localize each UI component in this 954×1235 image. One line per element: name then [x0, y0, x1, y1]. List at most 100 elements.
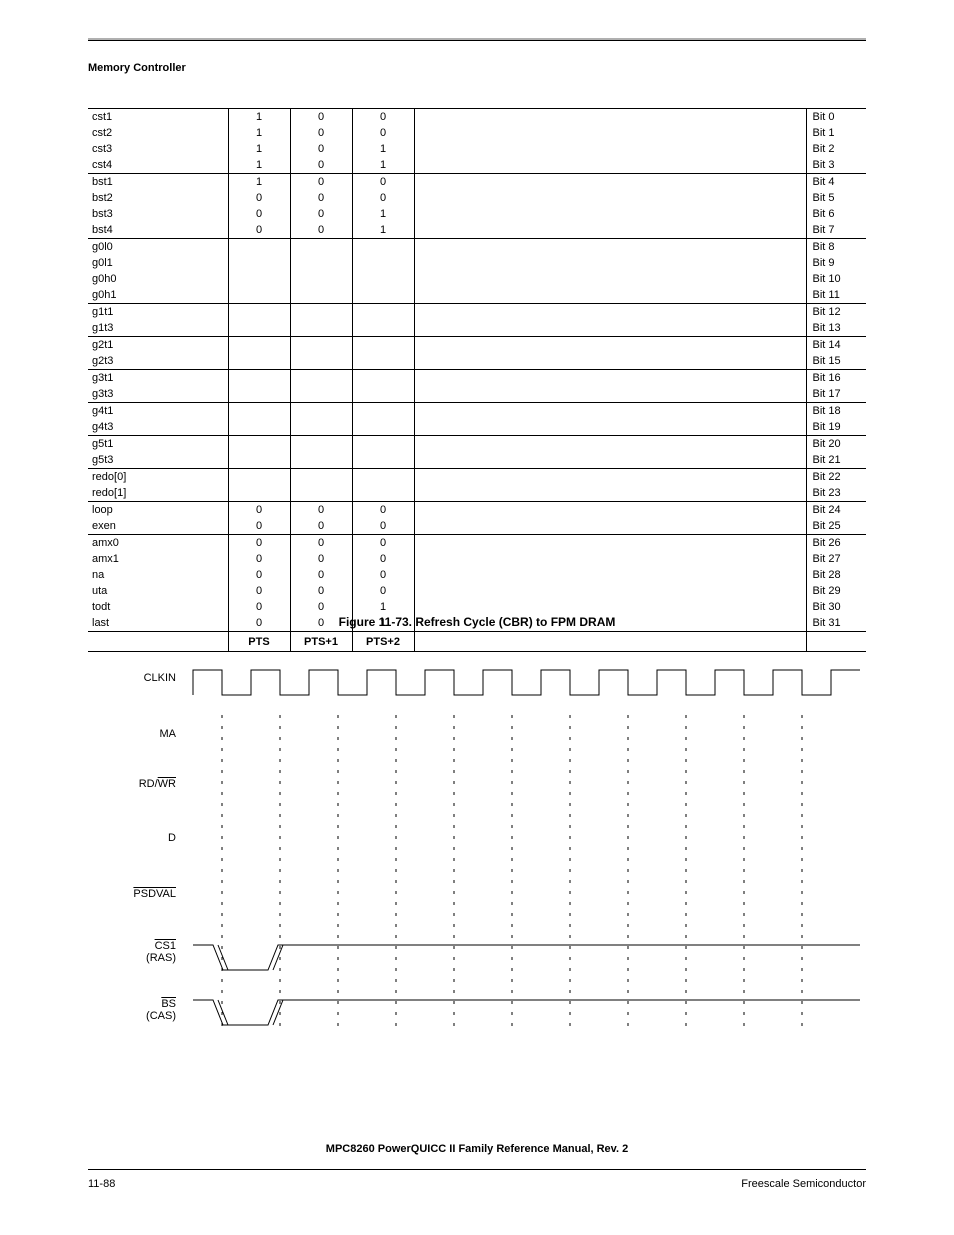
- table-row: cst4101Bit 3: [88, 157, 866, 174]
- row-name: cst4: [88, 157, 228, 174]
- row-cell: [228, 419, 290, 436]
- footer-cell: PTS+2: [352, 632, 414, 652]
- row-bit: Bit 23: [806, 485, 866, 502]
- row-cell: 0: [290, 535, 352, 552]
- row-bit: Bit 27: [806, 551, 866, 567]
- row-name: cst2: [88, 125, 228, 141]
- row-cell: [290, 271, 352, 287]
- row-cell: [414, 502, 806, 519]
- row-cell: [290, 255, 352, 271]
- footer-cell: [414, 632, 806, 652]
- row-bit: Bit 2: [806, 141, 866, 157]
- row-cell: [228, 436, 290, 453]
- row-cell: 0: [228, 599, 290, 615]
- row-cell: 1: [352, 141, 414, 157]
- row-cell: [352, 386, 414, 403]
- table-row: g4t1Bit 18: [88, 403, 866, 420]
- table-row: g4t3Bit 19: [88, 419, 866, 436]
- table-footer: PTSPTS+1PTS+2: [88, 632, 866, 652]
- row-name: g2t3: [88, 353, 228, 370]
- row-cell: 0: [290, 551, 352, 567]
- footer-cell: PTS+1: [290, 632, 352, 652]
- row-cell: [352, 485, 414, 502]
- figure-caption: Figure 11-73. Refresh Cycle (CBR) to FPM…: [88, 615, 866, 629]
- signal-label: D: [98, 832, 176, 844]
- row-bit: Bit 24: [806, 502, 866, 519]
- row-cell: [352, 419, 414, 436]
- row-name: bst4: [88, 222, 228, 239]
- table-row: exen000Bit 25: [88, 518, 866, 535]
- row-cell: 0: [228, 222, 290, 239]
- row-cell: 1: [228, 174, 290, 191]
- row-cell: [414, 141, 806, 157]
- row-name: g2t1: [88, 337, 228, 354]
- row-bit: Bit 20: [806, 436, 866, 453]
- row-cell: [414, 337, 806, 354]
- row-cell: [228, 304, 290, 321]
- row-name: g1t3: [88, 320, 228, 337]
- row-cell: 0: [352, 174, 414, 191]
- table-row: cst3101Bit 2: [88, 141, 866, 157]
- row-cell: [414, 452, 806, 469]
- row-cell: 0: [228, 583, 290, 599]
- row-bit: Bit 15: [806, 353, 866, 370]
- row-cell: 0: [352, 551, 414, 567]
- row-name: na: [88, 567, 228, 583]
- row-name: amx0: [88, 535, 228, 552]
- row-cell: [228, 255, 290, 271]
- row-bit: Bit 17: [806, 386, 866, 403]
- table-row: uta000Bit 29: [88, 583, 866, 599]
- row-bit: Bit 6: [806, 206, 866, 222]
- row-cell: 1: [228, 125, 290, 141]
- row-cell: 0: [290, 141, 352, 157]
- row-cell: 0: [290, 190, 352, 206]
- header-rule: [88, 38, 866, 41]
- row-cell: [290, 485, 352, 502]
- row-bit: Bit 0: [806, 109, 866, 126]
- row-cell: [228, 403, 290, 420]
- row-cell: [228, 485, 290, 502]
- row-cell: 0: [352, 535, 414, 552]
- table-row: g2t1Bit 14: [88, 337, 866, 354]
- row-bit: Bit 26: [806, 535, 866, 552]
- row-cell: [414, 353, 806, 370]
- row-cell: 0: [352, 109, 414, 126]
- table-row: todt001Bit 30: [88, 599, 866, 615]
- row-cell: [414, 206, 806, 222]
- table-row: g0l0Bit 8: [88, 239, 866, 256]
- row-name: redo[0]: [88, 469, 228, 486]
- row-name: uta: [88, 583, 228, 599]
- table-row: g1t1Bit 12: [88, 304, 866, 321]
- row-cell: [414, 190, 806, 206]
- row-cell: [414, 287, 806, 304]
- row-cell: 0: [290, 567, 352, 583]
- row-bit: Bit 21: [806, 452, 866, 469]
- row-cell: 1: [352, 157, 414, 174]
- row-name: g5t3: [88, 452, 228, 469]
- row-cell: [290, 287, 352, 304]
- row-cell: [290, 370, 352, 387]
- row-cell: [414, 436, 806, 453]
- row-cell: 0: [228, 518, 290, 535]
- table-row: g3t1Bit 16: [88, 370, 866, 387]
- row-cell: 1: [352, 206, 414, 222]
- table-row: g0h1Bit 11: [88, 287, 866, 304]
- row-cell: [228, 386, 290, 403]
- row-cell: [414, 320, 806, 337]
- row-cell: [414, 304, 806, 321]
- row-cell: [352, 337, 414, 354]
- row-bit: Bit 22: [806, 469, 866, 486]
- table-row: g3t3Bit 17: [88, 386, 866, 403]
- row-name: g5t1: [88, 436, 228, 453]
- row-cell: [414, 157, 806, 174]
- row-cell: 0: [228, 190, 290, 206]
- row-bit: Bit 11: [806, 287, 866, 304]
- row-name: bst1: [88, 174, 228, 191]
- row-cell: [290, 386, 352, 403]
- row-name: todt: [88, 599, 228, 615]
- row-name: g4t1: [88, 403, 228, 420]
- row-bit: Bit 28: [806, 567, 866, 583]
- row-cell: 0: [352, 518, 414, 535]
- row-bit: Bit 16: [806, 370, 866, 387]
- row-cell: [414, 535, 806, 552]
